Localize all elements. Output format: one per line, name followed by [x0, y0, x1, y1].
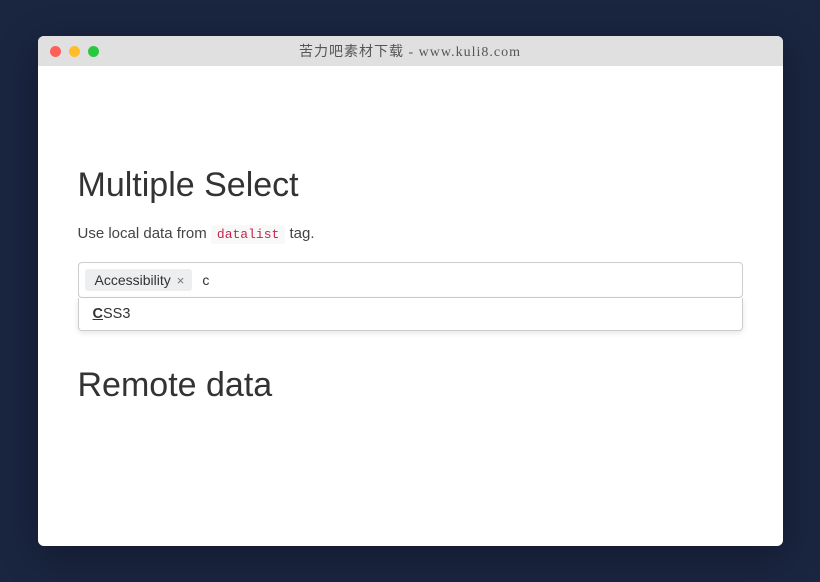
multiselect-container: Accessibility × CSS3 [78, 262, 743, 298]
description-code: datalist [211, 225, 285, 244]
description-prefix: Use local data from [78, 225, 211, 242]
page-title: Multiple Select [78, 166, 743, 205]
multiselect-input-box[interactable]: Accessibility × [78, 262, 743, 298]
description: Use local data from datalist tag. [78, 225, 743, 242]
selected-tag: Accessibility × [85, 269, 193, 291]
tag-remove-icon[interactable]: × [177, 274, 185, 287]
suggestion-dropdown: CSS3 [78, 298, 743, 331]
section-title-remote-data: Remote data [78, 366, 273, 405]
search-input[interactable] [198, 270, 735, 290]
content-area: Multiple Select Use local data from data… [38, 66, 783, 546]
titlebar: 苦力吧素材下载 - www.kuli8.com [38, 36, 783, 66]
maximize-icon[interactable] [88, 46, 99, 57]
tag-label: Accessibility [95, 272, 171, 288]
window-title: 苦力吧素材下载 - www.kuli8.com [38, 41, 783, 61]
suggestion-match: C [93, 306, 103, 322]
minimize-icon[interactable] [69, 46, 80, 57]
suggestion-item[interactable]: CSS3 [79, 298, 742, 330]
description-suffix: tag. [285, 225, 314, 242]
close-icon[interactable] [50, 46, 61, 57]
browser-window: 苦力吧素材下载 - www.kuli8.com Multiple Select … [38, 36, 783, 546]
traffic-lights [50, 46, 99, 57]
suggestion-rest: SS3 [103, 306, 130, 322]
